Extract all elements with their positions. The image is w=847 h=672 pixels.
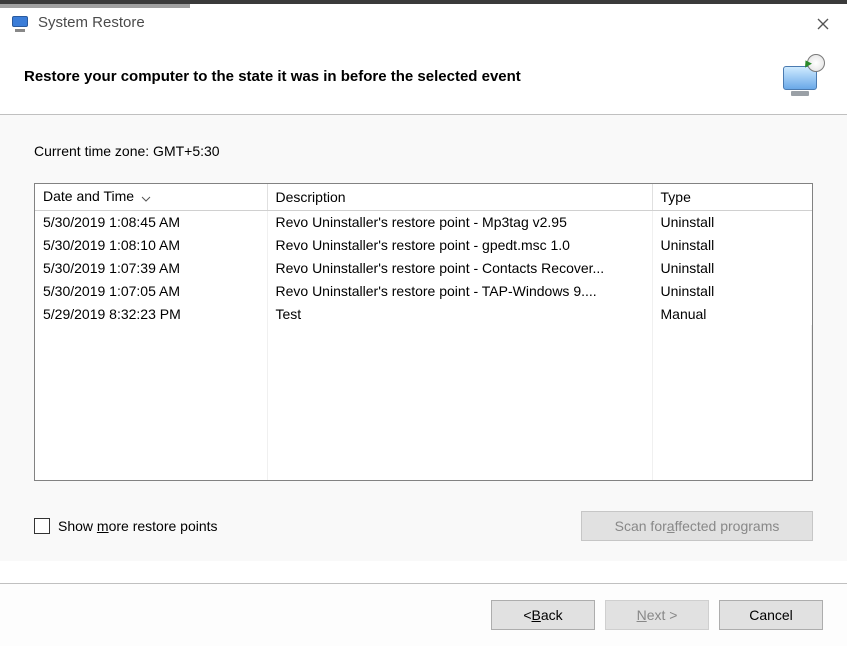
table-cell: Uninstall [652, 233, 812, 256]
table-cell-empty [652, 371, 812, 394]
column-header-description[interactable]: Description [267, 184, 652, 210]
system-restore-icon [10, 12, 30, 32]
table-cell-empty [35, 440, 267, 463]
table-cell-empty [35, 348, 267, 371]
table-cell-empty [652, 440, 812, 463]
checkbox-box-icon [34, 518, 50, 534]
table-cell-empty [267, 394, 652, 417]
next-button: Next > [605, 600, 709, 630]
table-row[interactable]: 5/30/2019 1:07:39 AMRevo Uninstaller's r… [35, 256, 812, 279]
table-cell: Uninstall [652, 256, 812, 279]
titlebar-border-accent [0, 4, 190, 8]
content-area: Current time zone: GMT+5:30 Date and Tim… [0, 115, 847, 561]
table-cell: 5/30/2019 1:08:10 AM [35, 233, 267, 256]
table-cell-empty [35, 463, 267, 481]
column-header-description-label: Description [276, 189, 346, 205]
close-button[interactable] [811, 12, 835, 36]
table-row[interactable]: 5/30/2019 1:08:10 AMRevo Uninstaller's r… [35, 233, 812, 256]
table-cell-empty [267, 371, 652, 394]
sort-descending-icon [141, 189, 151, 205]
table-cell: Manual [652, 302, 812, 325]
table-cell: Test [267, 302, 652, 325]
column-header-type-label: Type [661, 189, 691, 205]
table-row[interactable]: 5/29/2019 8:32:23 PMTestManual [35, 302, 812, 325]
table-cell-empty [267, 463, 652, 481]
table-cell-empty [652, 417, 812, 440]
below-table-row: Show more restore points Scan for affect… [34, 511, 813, 541]
table-cell: Revo Uninstaller's restore point - TAP-W… [267, 279, 652, 302]
page-heading: Restore your computer to the state it wa… [24, 68, 521, 85]
column-header-type[interactable]: Type [652, 184, 812, 210]
show-more-label: Show more restore points [58, 518, 218, 534]
table-cell-empty [35, 371, 267, 394]
column-header-date[interactable]: Date and Time [35, 184, 267, 210]
table-cell-empty [35, 417, 267, 440]
table-cell-empty [35, 325, 267, 348]
table-cell: Revo Uninstaller's restore point - Conta… [267, 256, 652, 279]
show-more-checkbox[interactable]: Show more restore points [34, 518, 218, 534]
restore-points-table[interactable]: Date and Time Description Type 5/30/2019… [34, 183, 813, 481]
table-row-empty [35, 463, 812, 481]
restore-monitor-icon [781, 56, 823, 96]
table-cell-empty [652, 348, 812, 371]
table-cell: Uninstall [652, 279, 812, 302]
table-cell: Revo Uninstaller's restore point - Mp3ta… [267, 210, 652, 233]
table-row-empty [35, 394, 812, 417]
table-cell-empty [652, 325, 812, 348]
column-header-date-label: Date and Time [43, 188, 134, 204]
table-cell: 5/30/2019 1:07:39 AM [35, 256, 267, 279]
table-cell: Revo Uninstaller's restore point - gpedt… [267, 233, 652, 256]
timezone-label: Current time zone: GMT+5:30 [34, 143, 813, 159]
table-cell-empty [267, 325, 652, 348]
window-title: System Restore [38, 14, 145, 31]
table-row[interactable]: 5/30/2019 1:07:05 AMRevo Uninstaller's r… [35, 279, 812, 302]
back-button[interactable]: < Back [491, 600, 595, 630]
table-row-empty [35, 440, 812, 463]
table-cell-empty [267, 417, 652, 440]
table-cell-empty [267, 440, 652, 463]
table-cell-empty [652, 394, 812, 417]
titlebar: System Restore [0, 0, 847, 40]
wizard-footer: < Back Next > Cancel [0, 584, 847, 646]
scan-affected-programs-button: Scan for affected programs [581, 511, 813, 541]
table-cell: 5/30/2019 1:07:05 AM [35, 279, 267, 302]
cancel-button[interactable]: Cancel [719, 600, 823, 630]
table-cell: 5/29/2019 8:32:23 PM [35, 302, 267, 325]
table-cell: 5/30/2019 1:08:45 AM [35, 210, 267, 233]
table-cell-empty [35, 394, 267, 417]
table-cell-empty [652, 463, 812, 481]
table-cell: Uninstall [652, 210, 812, 233]
table-row-empty [35, 348, 812, 371]
table-row-empty [35, 371, 812, 394]
table-row-empty [35, 417, 812, 440]
table-row-empty [35, 325, 812, 348]
header: Restore your computer to the state it wa… [0, 40, 847, 114]
table-cell-empty [267, 348, 652, 371]
table-row[interactable]: 5/30/2019 1:08:45 AMRevo Uninstaller's r… [35, 210, 812, 233]
